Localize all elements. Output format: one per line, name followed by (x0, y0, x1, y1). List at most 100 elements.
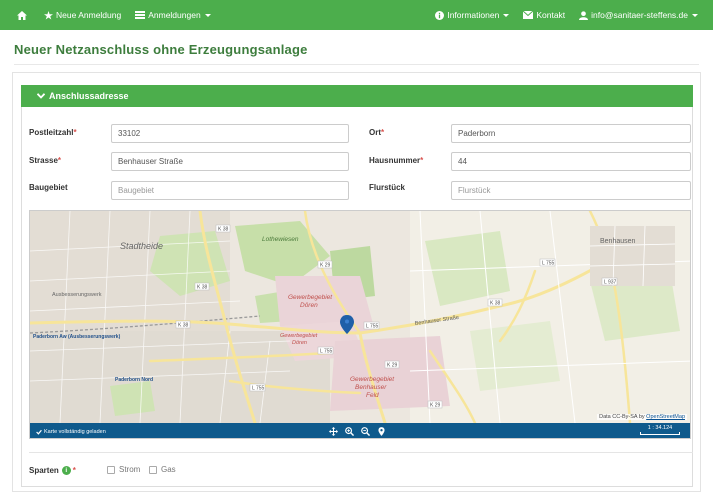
baugebiet-input[interactable] (111, 181, 349, 200)
ort-label-text: Ort (369, 128, 381, 137)
map-label-stadtheide: Stadtheide (120, 241, 163, 251)
caret-down-icon (692, 13, 698, 17)
map-marker-icon (377, 427, 385, 436)
map-label-l755d: L 755 (542, 261, 555, 267)
info-circle-icon (435, 10, 445, 20)
section-header-address[interactable]: Anschlussadresse (21, 85, 693, 107)
zoom-out-icon (360, 427, 370, 436)
chevron-down-icon (37, 93, 45, 99)
plz-label: Postleitzahl* (29, 128, 77, 137)
map-label-k29b: K 29 (387, 363, 398, 369)
registrations-label: Anmeldungen (148, 10, 201, 20)
map-label-k29c: K 29 (430, 403, 441, 409)
map-canvas[interactable]: K 38 K 38 K 38 K 29 K 29 K 29 L 755 L 75… (30, 211, 691, 423)
required-mark: * (73, 128, 77, 137)
zoom-in-button[interactable] (341, 423, 357, 438)
flurstueck-label: Flurstück (369, 183, 406, 192)
envelope-icon (523, 11, 534, 19)
strom-label: Strom (119, 465, 141, 474)
map-label-paderborn-aw: Paderborn Aw (Ausbesserungswerk) (33, 334, 121, 340)
plz-input[interactable] (111, 124, 349, 143)
title-divider (14, 64, 699, 65)
map-label-l755c: L 755 (252, 386, 265, 392)
map-scale: 1 : 34.124 (640, 425, 680, 435)
plz-label-text: Postleitzahl (29, 128, 74, 137)
map-scale-bar (640, 432, 680, 435)
map-scale-text: 1 : 34.124 (647, 425, 673, 431)
hausnummer-label: Hausnummer* (369, 156, 423, 165)
strom-option[interactable]: Strom (107, 465, 140, 474)
map-label-benhausen: Benhausen (600, 238, 636, 245)
map-label-k38c: K 38 (178, 323, 189, 329)
home-icon (17, 10, 27, 20)
map-label-doeren2: Dören (292, 340, 307, 346)
map-toolbar: Karte vollständig geladen 1 : 34.124 (30, 423, 690, 438)
move-icon (328, 427, 338, 436)
top-navbar: Neue Anmeldung Anmeldungen Informationen… (0, 0, 713, 30)
hausnummer-label-text: Hausnummer (369, 156, 421, 165)
check-icon (36, 429, 42, 435)
map-label-k29a: K 29 (320, 263, 331, 269)
user-dropdown[interactable]: info@sanitaer-steffens.de (572, 0, 705, 30)
strom-checkbox[interactable] (107, 465, 115, 474)
locate-button[interactable] (373, 423, 389, 438)
map-status: Karte vollständig geladen (30, 429, 106, 435)
map-status-text: Karte vollständig geladen (44, 428, 106, 435)
gas-option[interactable]: Gas (149, 465, 176, 474)
section-header-label: Anschlussadresse (49, 91, 129, 101)
zoom-out-button[interactable] (357, 423, 373, 438)
strasse-label-text: Strasse (29, 156, 58, 165)
sparten-label-text: Sparten (29, 466, 59, 475)
map-view[interactable]: K 38 K 38 K 38 K 29 K 29 K 29 L 755 L 75… (29, 210, 691, 439)
required-mark: * (72, 466, 76, 475)
caret-down-icon (503, 13, 510, 17)
osm-link[interactable]: OpenStreetMap (646, 414, 685, 420)
map-attribution: Data CC-By-SA by OpenStreetMap (597, 414, 687, 420)
required-mark: * (420, 156, 424, 165)
map-label-feld: Feld (366, 392, 379, 399)
map-label-l755a: L 755 (366, 324, 379, 330)
list-icon (135, 11, 146, 19)
star-icon (44, 10, 53, 20)
contact-label: Kontakt (536, 10, 566, 20)
map-label-doeren1: Dören (300, 302, 318, 309)
registrations-dropdown[interactable]: Anmeldungen (128, 0, 217, 30)
strasse-input[interactable] (111, 152, 349, 171)
zoom-in-icon (344, 427, 354, 436)
strasse-label: Strasse* (29, 156, 61, 165)
flurstueck-input[interactable] (451, 181, 691, 200)
contact-link[interactable]: Kontakt (516, 0, 572, 30)
gas-checkbox[interactable] (149, 465, 157, 474)
page-title: Neuer Netzanschluss ohne Erzeugungsanlag… (14, 42, 308, 57)
information-label: Informationen (447, 10, 500, 20)
information-dropdown[interactable]: Informationen (428, 0, 516, 30)
map-attribution-text: Data CC-By-SA by (599, 414, 645, 420)
map-label-k38d: K 38 (490, 301, 501, 307)
gas-label: Gas (161, 465, 176, 474)
map-label-k38a: K 38 (218, 227, 229, 233)
sparten-divider (29, 452, 693, 453)
user-label: info@sanitaer-steffens.de (591, 10, 688, 20)
ort-label: Ort* (369, 128, 384, 137)
map-label-gewerbegebiet2: Gewerbegebiet (280, 333, 318, 339)
pan-tool-button[interactable] (325, 423, 341, 438)
map-label-lothewiesen: Lothewiesen (262, 236, 299, 243)
map-label-k38b: K 38 (197, 285, 208, 291)
required-mark: * (57, 156, 62, 165)
home-link[interactable] (10, 0, 37, 30)
required-mark: * (381, 128, 385, 137)
new-registration-link[interactable]: Neue Anmeldung (37, 0, 128, 30)
sparten-label: Sparten i * (29, 466, 76, 475)
map-label-ausbesserungswerk: Ausbesserungswerk (52, 292, 102, 298)
map-label-gewerbegebiet1: Gewerbegebiet (288, 294, 333, 301)
baugebiet-label: Baugebiet (29, 183, 68, 192)
info-icon[interactable]: i (61, 466, 71, 475)
map-label-l755b: L 755 (320, 349, 333, 355)
ort-input[interactable] (451, 124, 691, 143)
hausnummer-input[interactable] (451, 152, 691, 171)
map-label-l937: L 937 (604, 280, 617, 286)
new-registration-label: Neue Anmeldung (56, 10, 122, 20)
map-label-benhauser: Benhauser (355, 384, 387, 391)
map-label-gewerbegebiet3: Gewerbegebiet (350, 376, 395, 383)
user-icon (579, 10, 589, 20)
